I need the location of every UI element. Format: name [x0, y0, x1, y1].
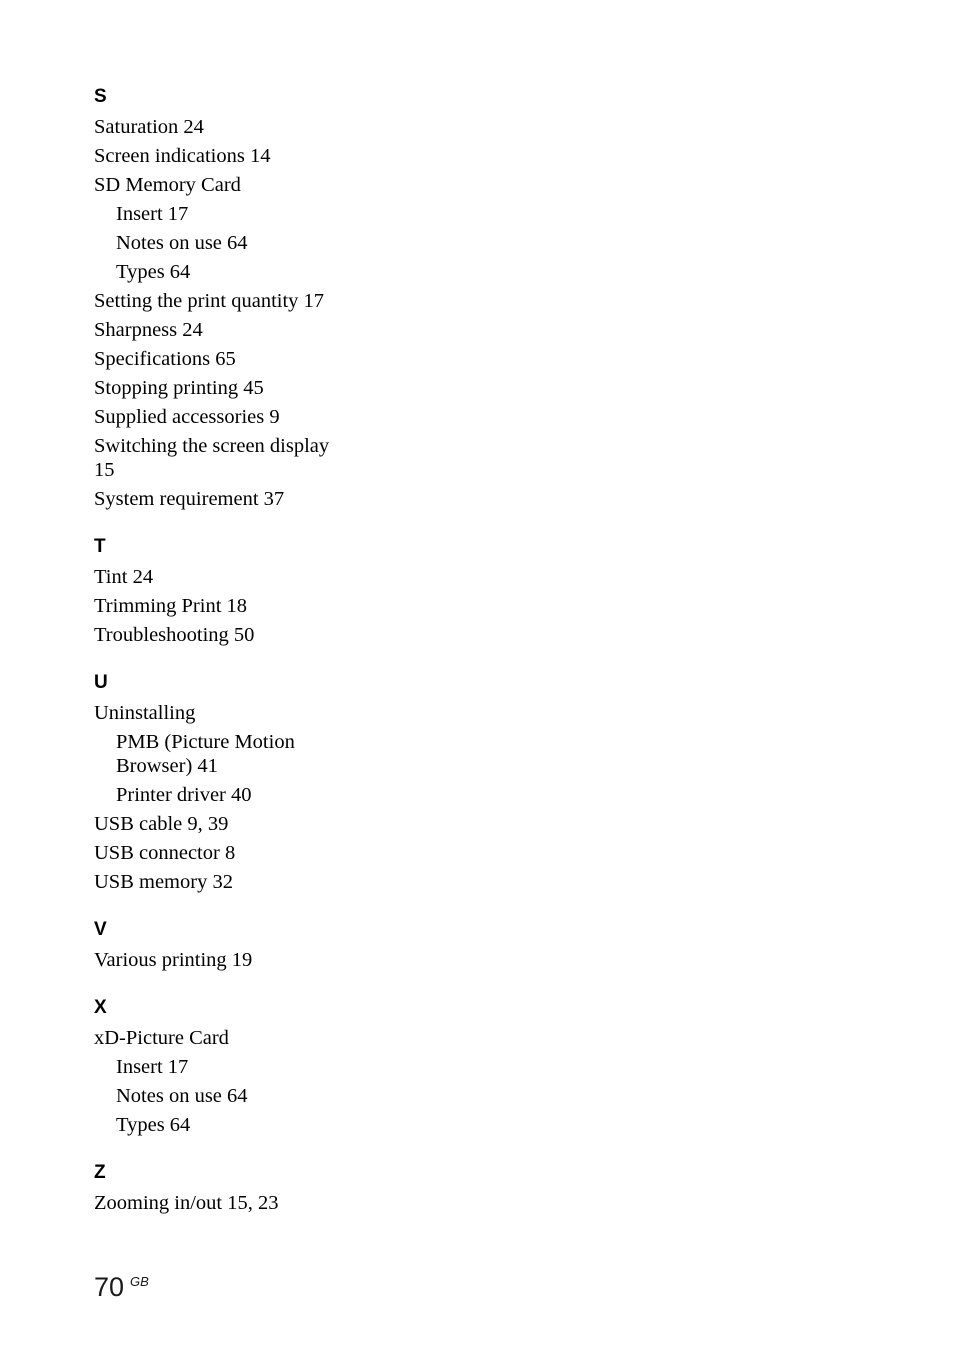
- index-entry: SD Memory Card: [94, 174, 241, 196]
- index-entry: Supplied accessories 9: [94, 406, 280, 428]
- index-sub-entry: Notes on use 64: [116, 1085, 248, 1107]
- index-entry: Switching the screen display 15: [94, 435, 330, 481]
- index-section-u: U Uninstalling PMB (Picture Motion Browser…: [94, 672, 362, 894]
- index-entry: Various printing 19: [94, 949, 253, 971]
- index-entry: Troubleshooting 50: [94, 624, 255, 646]
- section-letter-heading: V: [94, 919, 107, 940]
- index-section-s: S Saturation 24 Screen indications 14 SD Me…: [94, 86, 362, 511]
- index-entry: System requirement 37: [94, 488, 285, 510]
- index-entry: USB memory 32: [94, 871, 233, 893]
- index-entry: USB connector 8: [94, 842, 236, 864]
- document-page: S Saturation 24 Screen indications 14 SD Me…: [0, 0, 954, 1352]
- index-sub-entry: PMB (Picture Motion Browser) 41: [116, 731, 295, 777]
- index-entry: Uninstalling: [94, 702, 196, 724]
- index-entry: Stopping printing 45: [94, 377, 264, 399]
- index-sub-entry: Types 64: [116, 261, 191, 283]
- index-section-t: T Tint 24 Trimming Print 18 Troubleshooting…: [94, 536, 362, 647]
- index-entry: USB cable 9, 39: [94, 813, 229, 835]
- index-entry-list: Various printing 19: [94, 948, 362, 972]
- section-letter-heading: S: [94, 86, 107, 107]
- index-sub-entry: Insert 17: [116, 1056, 189, 1078]
- index-entry: Zooming in/out 15, 23: [94, 1192, 279, 1214]
- index-sub-entry: Notes on use 64: [116, 232, 248, 254]
- index-sub-entry: Printer driver 40: [116, 784, 252, 806]
- index-sub-entry: Insert 17: [116, 203, 189, 225]
- page-footer: 70 GB: [94, 1272, 149, 1302]
- index-entry: Sharpness 24: [94, 319, 203, 341]
- index-column: S Saturation 24 Screen indications 14 SD Me…: [94, 86, 362, 1215]
- index-entry: Screen indications 14: [94, 145, 271, 167]
- index-entry: Tint 24: [94, 566, 154, 588]
- index-entry-list: xD-Picture Card Insert 17 Notes on use 64 T…: [94, 1026, 362, 1137]
- index-entry-list: Uninstalling PMB (Picture Motion Browser)…: [94, 701, 362, 894]
- index-entry: Setting the print quantity 17: [94, 290, 325, 312]
- section-letter-heading: T: [94, 536, 106, 557]
- index-section-x: XxD-Picture Card Insert 17 Notes on use 64…: [94, 997, 362, 1137]
- index-entry: Trimming Print 18: [94, 595, 248, 617]
- index-entry-list: Tint 24 Trimming Print 18 Troubleshooting …: [94, 565, 362, 647]
- index-entry: Saturation 24: [94, 116, 204, 138]
- page-region-code: GB: [130, 1274, 149, 1289]
- index-entry: xD-Picture Card: [94, 1027, 229, 1049]
- section-letter-heading: Z: [94, 1162, 106, 1183]
- page-number: 70: [94, 1272, 125, 1302]
- section-letter-heading: X: [94, 997, 107, 1018]
- index-section-v: V Various printing 19: [94, 919, 362, 972]
- section-letter-heading: U: [94, 672, 108, 693]
- index-entry-list: Zooming in/out 15, 23: [94, 1191, 362, 1215]
- index-sub-entry: Types 64: [116, 1114, 191, 1136]
- index-entry-list: Saturation 24 Screen indications 14 SD Mem…: [94, 115, 362, 511]
- index-section-z: Z Zooming in/out 15, 23: [94, 1162, 362, 1215]
- index-entry: Specifications 65: [94, 348, 236, 370]
